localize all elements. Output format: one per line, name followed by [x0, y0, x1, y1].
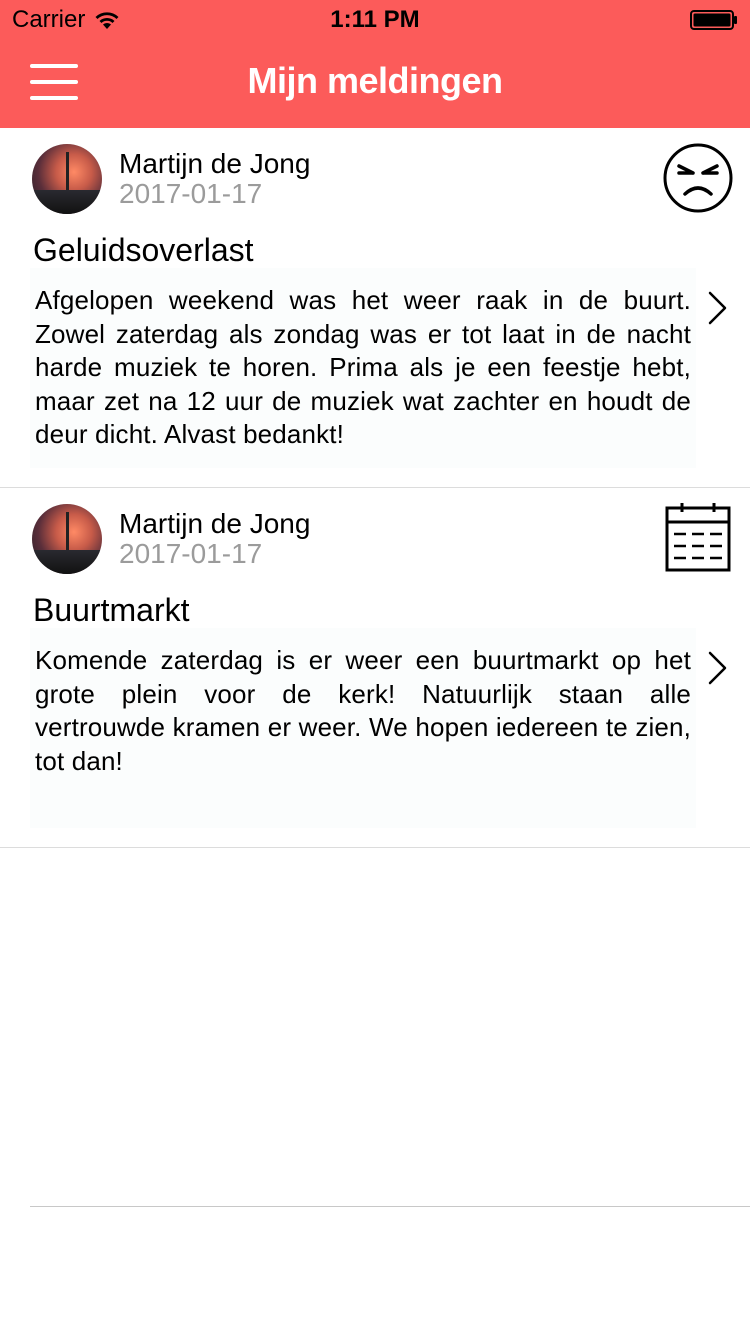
notification-body: Afgelopen weekend was het weer raak in d… — [30, 268, 696, 468]
calendar-icon — [665, 503, 731, 572]
notification-title: Buurtmarkt — [33, 592, 190, 628]
chevron-right-icon[interactable] — [706, 290, 730, 326]
status-time: 1:11 PM — [330, 6, 420, 33]
chevron-right-icon[interactable] — [706, 650, 730, 686]
notification-title: Geluidsoverlast — [33, 232, 254, 268]
angry-face-icon — [663, 143, 733, 213]
app-header: Carrier 1:11 PM Mijn meldingen — [0, 0, 750, 128]
status-bar: Carrier 1:11 PM — [0, 0, 750, 40]
author-name: Martijn de Jong — [119, 508, 311, 539]
post-date: 2017-01-17 — [119, 538, 263, 569]
navigation-bar: Mijn meldingen — [0, 40, 750, 128]
avatar — [32, 504, 102, 574]
bottom-divider — [30, 1206, 750, 1207]
avatar — [32, 144, 102, 214]
notification-card[interactable]: Martijn de Jong 2017-01-17 Buurtmarkt Ko… — [0, 488, 750, 848]
page-title: Mijn meldingen — [247, 60, 503, 101]
notification-card[interactable]: Martijn de Jong 2017-01-17 Geluidsoverla… — [0, 128, 750, 488]
notification-body: Komende zaterdag is er weer een buurtmar… — [30, 628, 696, 828]
author-name: Martijn de Jong — [119, 148, 311, 179]
notification-list: Martijn de Jong 2017-01-17 Geluidsoverla… — [0, 128, 750, 848]
post-date: 2017-01-17 — [119, 178, 263, 209]
battery-icon — [690, 10, 737, 30]
